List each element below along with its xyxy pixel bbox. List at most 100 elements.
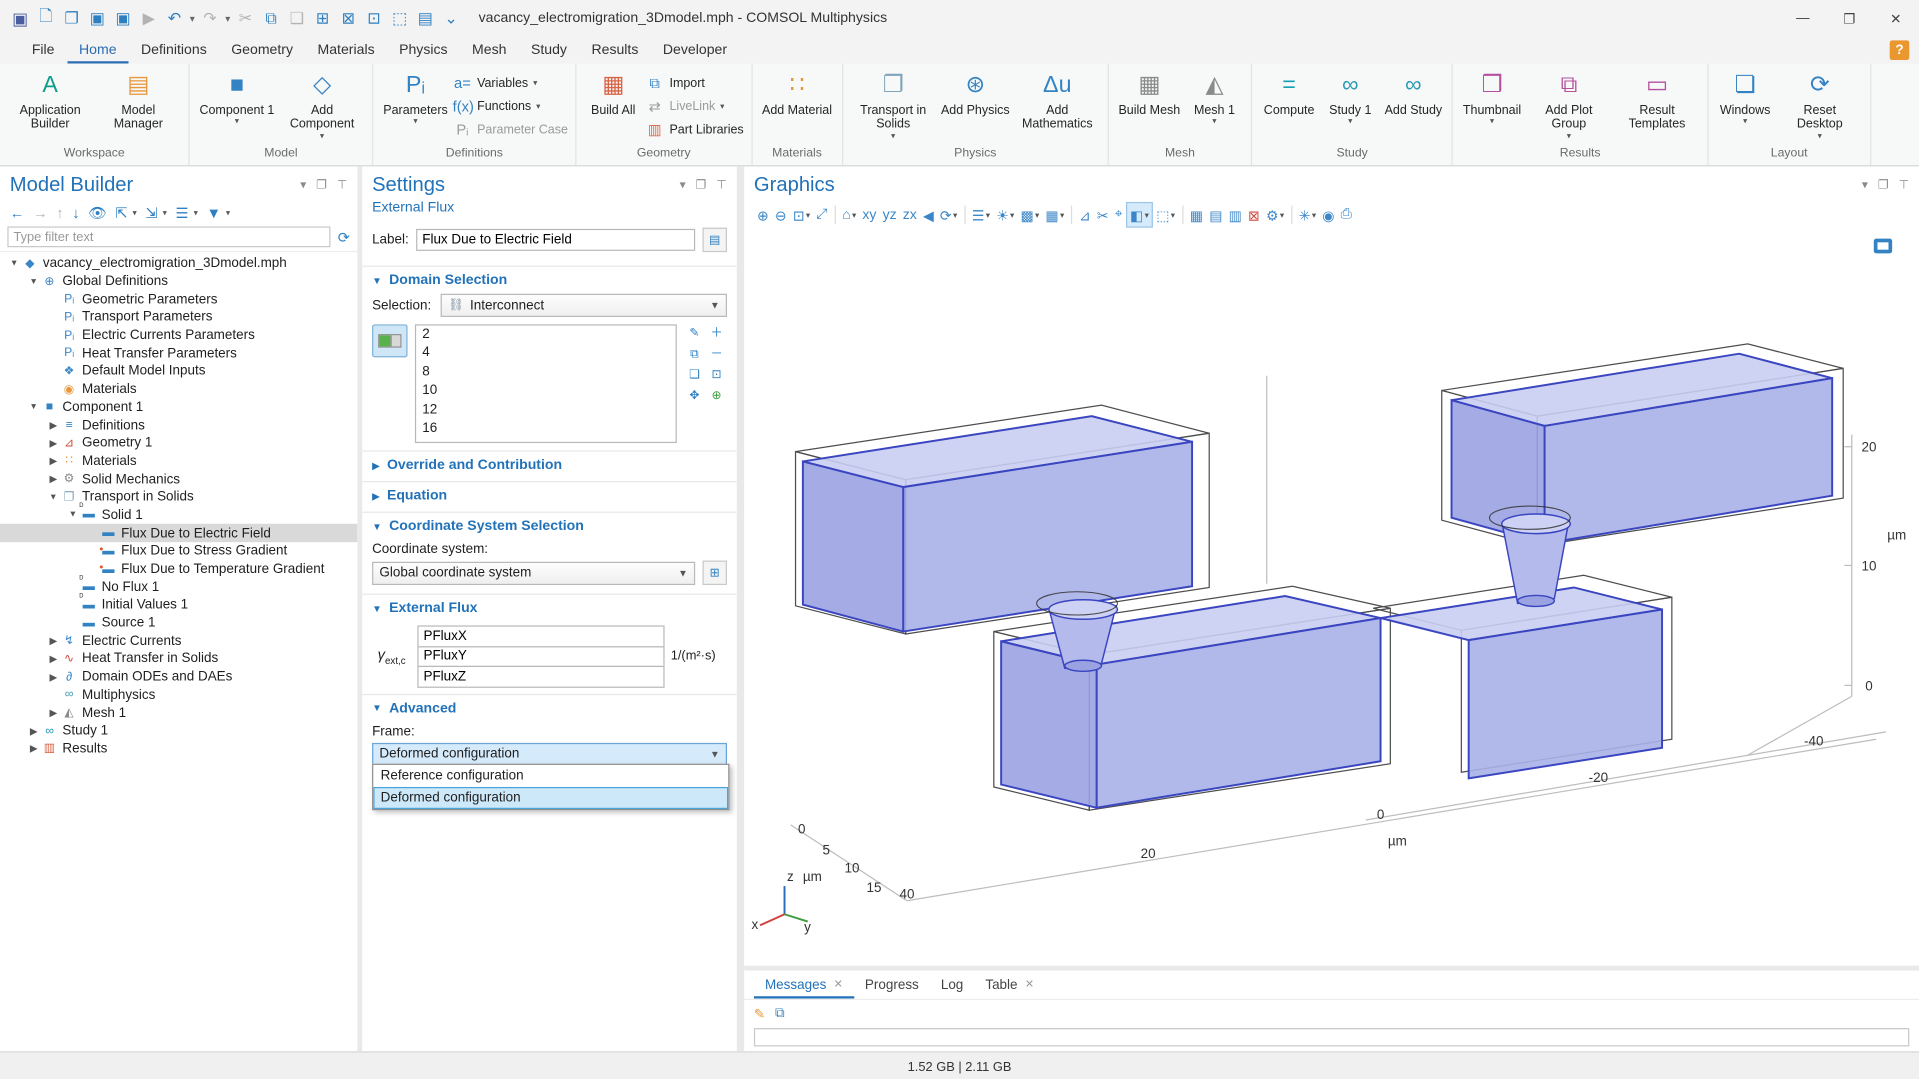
active-toggle-button[interactable]	[372, 324, 407, 357]
transport-in-solids-button[interactable]: ❐Transport in Solids▾	[850, 70, 936, 142]
duplicate-icon[interactable]: ⊞	[310, 9, 336, 29]
parameter-case-button[interactable]: PᵢParameter Case	[453, 119, 568, 141]
domain-list-item[interactable]: 8	[422, 364, 669, 383]
comsol-logo-icon[interactable]: ▣	[7, 8, 33, 29]
part-libraries-button[interactable]: ▥Part Libraries	[645, 119, 744, 141]
tree-node[interactable]: ▶∞Study 1	[0, 722, 357, 740]
view-xy-icon[interactable]: xy	[859, 203, 879, 226]
snapshot-icon[interactable]: ◉	[1319, 203, 1337, 226]
copy-selection-icon[interactable]: ⧉	[684, 345, 705, 365]
move-selection-icon[interactable]: ✥	[684, 387, 705, 407]
tree-node[interactable]: ▶▥Results	[0, 740, 357, 758]
panel-menu-icon[interactable]: ▾	[680, 179, 686, 192]
flux-field-z[interactable]	[417, 666, 664, 687]
tree-node[interactable]: ▼⊕Global Definitions	[0, 273, 357, 291]
tree-node[interactable]: PᵢHeat Transfer Parameters	[0, 344, 357, 362]
tree-node[interactable]: ▬ᴰNo Flux 1	[0, 578, 357, 596]
functions-button[interactable]: f(x)Functions▾	[453, 95, 568, 117]
coordinate-system-combo[interactable]: Global coordinate system ▼	[372, 561, 695, 584]
flux-field-y[interactable]	[417, 646, 664, 667]
parameters-button[interactable]: PᵢParameters▾	[381, 70, 450, 128]
tree-node[interactable]: ▶≡Definitions	[0, 416, 357, 434]
model-manager-button[interactable]: ▤Model Manager	[95, 70, 181, 132]
tree-expander-icon[interactable]: ▼	[7, 259, 20, 268]
tree-node[interactable]: ▶∷Materials	[0, 452, 357, 470]
tree-node[interactable]: ▬●Flux Due to Stress Gradient	[0, 542, 357, 560]
reset-desktop-button[interactable]: ⟳Reset Desktop▾	[1777, 70, 1863, 142]
domain-list-item[interactable]: 12	[422, 402, 669, 421]
help-button[interactable]: ?	[1890, 40, 1910, 60]
build-mesh-button[interactable]: ▦Build Mesh	[1116, 70, 1183, 118]
grid-all-icon[interactable]: ▥	[1226, 203, 1245, 226]
forward-icon[interactable]: →	[33, 204, 48, 221]
menu-file[interactable]: File	[20, 37, 67, 64]
tree-node[interactable]: ▬Source 1	[0, 614, 357, 632]
section-advanced[interactable]: ▼ Advanced	[362, 693, 737, 720]
run-icon[interactable]: ▶	[136, 9, 162, 29]
tree-expander-icon[interactable]: ▼	[27, 277, 40, 286]
graphics-scene[interactable]: 20µm100-40-200510µm1540200µmxyz	[744, 229, 1919, 966]
plot-window-icon[interactable]	[1874, 239, 1892, 254]
tree-expander-icon[interactable]: ▶	[47, 420, 60, 431]
refresh-icon[interactable]: ⟳	[338, 228, 350, 245]
tree-node[interactable]: ▼◆vacancy_electromigration_3Dmodel.mph	[0, 255, 357, 273]
tree-expander-icon[interactable]: ▶	[47, 636, 60, 647]
label-input[interactable]	[416, 229, 695, 251]
tree-node[interactable]: ▶◭Mesh 1	[0, 704, 357, 722]
import-button[interactable]: ⧉Import	[645, 72, 744, 94]
redo-icon[interactable]: ↷	[197, 9, 223, 29]
tree-filter-input[interactable]	[7, 226, 330, 247]
close-button[interactable]: ✕	[1873, 0, 1919, 37]
tree-node[interactable]: ▼■Component 1	[0, 398, 357, 416]
tree-expander-icon[interactable]: ▶	[47, 438, 60, 449]
select-mode-icon[interactable]: ⊿	[1076, 203, 1094, 226]
selection-combo[interactable]: ⛓ Interconnect ▼	[441, 294, 727, 317]
menu-materials[interactable]: Materials	[305, 37, 387, 64]
study-1-button[interactable]: ∞Study 1▾	[1321, 70, 1380, 128]
remove-from-selection-icon[interactable]: －	[706, 345, 727, 365]
add-component-button[interactable]: ◇Add Component▾	[279, 70, 365, 142]
move-down-icon[interactable]: ↓	[72, 204, 79, 221]
section-external-flux[interactable]: ▼ External Flux	[362, 594, 737, 621]
expand-icon[interactable]: ⇱	[115, 204, 127, 221]
domain-list-item[interactable]: 4	[422, 346, 669, 365]
float-panel-icon[interactable]: ❐	[316, 179, 327, 192]
component-1-button[interactable]: ■Component 1▾	[197, 70, 277, 128]
build-all-button[interactable]: ▦Build All	[584, 70, 643, 118]
cut-icon[interactable]: ✂	[233, 9, 259, 29]
float-panel-icon[interactable]: ❐	[1878, 179, 1889, 192]
zoom-box-icon[interactable]: ⊡▾	[790, 203, 813, 226]
copy-log-icon[interactable]: ⧉	[775, 1006, 785, 1022]
section-domain-selection[interactable]: ▼ Domain Selection	[362, 266, 737, 293]
view-zx-icon[interactable]: zx	[900, 203, 920, 226]
tab-table[interactable]: Table✕	[974, 971, 1045, 999]
chevron-down-icon[interactable]: ▾	[163, 208, 167, 218]
tree-node[interactable]: PᵢElectric Currents Parameters	[0, 326, 357, 344]
tree-node[interactable]: PᵢGeometric Parameters	[0, 291, 357, 309]
mesh-1-button[interactable]: ◭Mesh 1▾	[1185, 70, 1244, 128]
save-as-icon[interactable]: ▣	[110, 9, 136, 29]
animate-icon[interactable]: ◀	[920, 203, 937, 226]
select-box-icon[interactable]: ⊡	[361, 9, 387, 29]
tree-node[interactable]: ▼▬ᴰSolid 1	[0, 506, 357, 524]
menu-home[interactable]: Home	[67, 37, 129, 64]
zoom-to-selection-icon[interactable]: ⊕	[706, 387, 727, 407]
tree-expander-icon[interactable]: ▼	[66, 511, 79, 520]
tree-node[interactable]: ▼❐Transport in Solids	[0, 488, 357, 506]
float-panel-icon[interactable]: ❐	[696, 179, 707, 192]
tree-expander-icon[interactable]: ▶	[47, 456, 60, 467]
chevron-down-icon[interactable]: ▾	[133, 208, 137, 218]
print-icon[interactable]: ⎙	[1338, 203, 1355, 226]
add-physics-button[interactable]: ⊛Add Physics	[939, 70, 1013, 118]
undo-icon[interactable]: ↶	[162, 9, 188, 29]
tree-expander-icon[interactable]: ▶	[47, 654, 60, 665]
clip-plane-icon[interactable]: ✂	[1094, 203, 1112, 226]
livelink-button[interactable]: ⇄LiveLink▾	[645, 95, 744, 117]
report-icon[interactable]: ▤	[412, 9, 438, 29]
tree-node[interactable]: ▶↯Electric Currents	[0, 632, 357, 650]
windows-button[interactable]: ❏Windows▾	[1716, 70, 1775, 128]
pin-panel-icon[interactable]: ⊤	[337, 179, 348, 192]
transparency-icon[interactable]: ◧▾	[1126, 202, 1153, 228]
tree-node[interactable]: ▬ᴰInitial Values 1	[0, 596, 357, 614]
box-select-icon[interactable]: ⊡	[706, 366, 727, 386]
